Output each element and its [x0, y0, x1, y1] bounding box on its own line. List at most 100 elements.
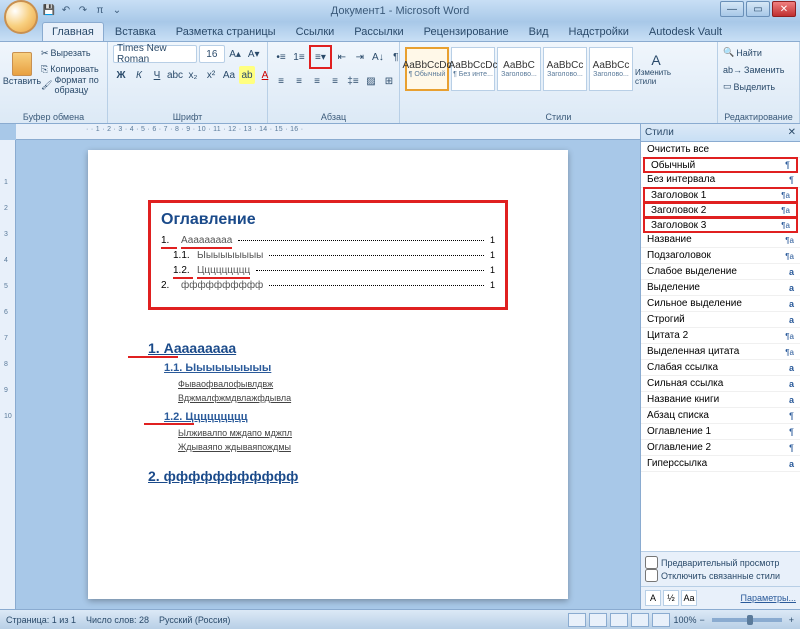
- cut-button[interactable]: ✂ Вырезать: [41, 46, 102, 61]
- style-item[interactable]: Сильное выделение: [641, 296, 800, 312]
- word-count[interactable]: Число слов: 28: [86, 615, 149, 625]
- numbering-button[interactable]: 1≡: [291, 48, 307, 66]
- sort-button[interactable]: A↓: [370, 48, 386, 66]
- format-painter-button[interactable]: 🖌 Формат по образцу: [41, 78, 102, 93]
- print-layout-view[interactable]: [568, 613, 586, 627]
- align-left-button[interactable]: ≡: [273, 72, 289, 90]
- style-item[interactable]: Абзац списка: [641, 408, 800, 424]
- outline-view[interactable]: [631, 613, 649, 627]
- heading[interactable]: 1.2. Ццццццццц: [164, 411, 508, 423]
- style-item[interactable]: Заголовок 1: [643, 187, 798, 203]
- change-styles-button[interactable]: AИзменить стили: [635, 45, 677, 93]
- heading[interactable]: 1.1. Ыыыыыыыыы: [164, 362, 508, 374]
- draft-view[interactable]: [652, 613, 670, 627]
- superscript-button[interactable]: x²: [203, 66, 219, 84]
- redo-icon[interactable]: ↷: [76, 3, 90, 17]
- disable-linked-checkbox[interactable]: Отключить связанные стили: [645, 569, 796, 582]
- style-item[interactable]: Слабое выделение: [641, 264, 800, 280]
- tab-autodesk-vault[interactable]: Autodesk Vault: [640, 23, 731, 41]
- change-case-button[interactable]: Aa: [221, 66, 237, 84]
- style-item[interactable]: Подзаголовок: [641, 248, 800, 264]
- body-text[interactable]: Фываофвалофывлдвж: [178, 378, 508, 392]
- line-spacing-button[interactable]: ‡≡: [345, 72, 361, 90]
- body-text[interactable]: Ждываяпо ждываяпождмы: [178, 441, 508, 455]
- toc-entry[interactable]: 1.1.Ыыыыыыыыы1: [161, 250, 495, 261]
- shrink-font-icon[interactable]: A▾: [245, 45, 262, 63]
- minimize-button[interactable]: —: [720, 1, 744, 17]
- style-tile[interactable]: AaBbCcЗаголово...: [543, 47, 587, 91]
- highlight-button[interactable]: ab: [239, 66, 255, 84]
- increase-indent-button[interactable]: ⇥: [352, 48, 368, 66]
- toc-entry[interactable]: 2.фффффффффф1: [161, 280, 495, 291]
- italic-button[interactable]: К: [131, 66, 147, 84]
- replace-button[interactable]: ab→ Заменить: [723, 62, 794, 77]
- bold-button[interactable]: Ж: [113, 66, 129, 84]
- tab-вид[interactable]: Вид: [520, 23, 558, 41]
- save-icon[interactable]: 💾: [42, 3, 56, 17]
- office-button[interactable]: [4, 0, 38, 34]
- style-item[interactable]: Строгий: [641, 312, 800, 328]
- zoom-level[interactable]: 100%: [673, 615, 696, 625]
- subscript-button[interactable]: x₂: [185, 66, 201, 84]
- strike-button[interactable]: abc: [167, 66, 183, 84]
- style-item[interactable]: Слабая ссылка: [641, 360, 800, 376]
- body-text[interactable]: Ылживалпо мждапо мджпл: [178, 427, 508, 441]
- style-item[interactable]: Выделение: [641, 280, 800, 296]
- new-style-button[interactable]: A: [645, 590, 661, 606]
- borders-button[interactable]: ⊞: [381, 72, 397, 90]
- decrease-indent-button[interactable]: ⇤: [334, 48, 350, 66]
- align-center-button[interactable]: ≡: [291, 72, 307, 90]
- style-item[interactable]: Выделенная цитата: [641, 344, 800, 360]
- document-page[interactable]: Оглавление 1.Ааааааааа11.1.Ыыыыыыыыы11.2…: [88, 150, 568, 599]
- maximize-button[interactable]: ▭: [746, 1, 770, 17]
- style-item[interactable]: Название: [641, 232, 800, 248]
- underline-button[interactable]: Ч: [149, 66, 165, 84]
- pi-icon[interactable]: π: [93, 3, 107, 17]
- vertical-ruler[interactable]: [0, 140, 16, 609]
- style-tile[interactable]: AaBbCcDc¶ Без инте...: [451, 47, 495, 91]
- horizontal-ruler[interactable]: [16, 124, 640, 140]
- preview-checkbox[interactable]: Предварительный просмотр: [645, 556, 796, 569]
- heading[interactable]: 1. Ааааааааа: [148, 340, 508, 356]
- style-item[interactable]: Заголовок 3: [643, 217, 798, 233]
- expand-icon[interactable]: ⌄: [110, 3, 124, 17]
- shading-button[interactable]: ▨: [363, 72, 379, 90]
- tab-рецензирование[interactable]: Рецензирование: [415, 23, 518, 41]
- tab-главная[interactable]: Главная: [42, 22, 104, 41]
- font-name-combo[interactable]: Times New Roman: [113, 45, 197, 63]
- zoom-out-button[interactable]: −: [699, 615, 704, 625]
- style-item[interactable]: Гиперссылка: [641, 456, 800, 472]
- multilevel-list-button[interactable]: ≡▾: [312, 48, 329, 66]
- tab-надстройки[interactable]: Надстройки: [560, 23, 638, 41]
- style-tile[interactable]: AaBbCcЗаголово...: [589, 47, 633, 91]
- zoom-in-button[interactable]: +: [789, 615, 794, 625]
- justify-button[interactable]: ≡: [327, 72, 343, 90]
- toc-entry[interactable]: 1.Ааааааааа1: [161, 235, 495, 246]
- style-item[interactable]: Обычный: [643, 157, 798, 173]
- undo-icon[interactable]: ↶: [59, 3, 73, 17]
- bullets-button[interactable]: •≡: [273, 48, 289, 66]
- style-item[interactable]: Оглавление 2: [641, 440, 800, 456]
- style-item[interactable]: Оглавление 1: [641, 424, 800, 440]
- heading[interactable]: 2. ффффффффффф: [148, 468, 508, 484]
- grow-font-icon[interactable]: A▴: [227, 45, 244, 63]
- page-indicator[interactable]: Страница: 1 из 1: [6, 615, 76, 625]
- full-screen-view[interactable]: [589, 613, 607, 627]
- paste-button[interactable]: Вставить: [5, 45, 39, 93]
- tab-вставка[interactable]: Вставка: [106, 23, 165, 41]
- body-text[interactable]: Вджмалфжмдвлажфдывла: [178, 392, 508, 406]
- styles-pane-close-icon[interactable]: ✕: [788, 127, 796, 138]
- font-size-combo[interactable]: 16: [199, 45, 225, 63]
- style-item[interactable]: Заголовок 2: [643, 202, 798, 218]
- style-inspector-button[interactable]: ½: [663, 590, 679, 606]
- find-button[interactable]: 🔍 Найти: [723, 45, 794, 60]
- web-layout-view[interactable]: [610, 613, 628, 627]
- tab-разметка-страницы[interactable]: Разметка страницы: [167, 23, 285, 41]
- style-item[interactable]: Без интервала: [641, 172, 800, 188]
- select-button[interactable]: ▭ Выделить: [723, 79, 794, 94]
- language-indicator[interactable]: Русский (Россия): [159, 615, 230, 625]
- manage-styles-button[interactable]: Aa: [681, 590, 697, 606]
- style-item[interactable]: Очистить все: [641, 142, 800, 158]
- style-tile[interactable]: AaBbCЗаголово...: [497, 47, 541, 91]
- align-right-button[interactable]: ≡: [309, 72, 325, 90]
